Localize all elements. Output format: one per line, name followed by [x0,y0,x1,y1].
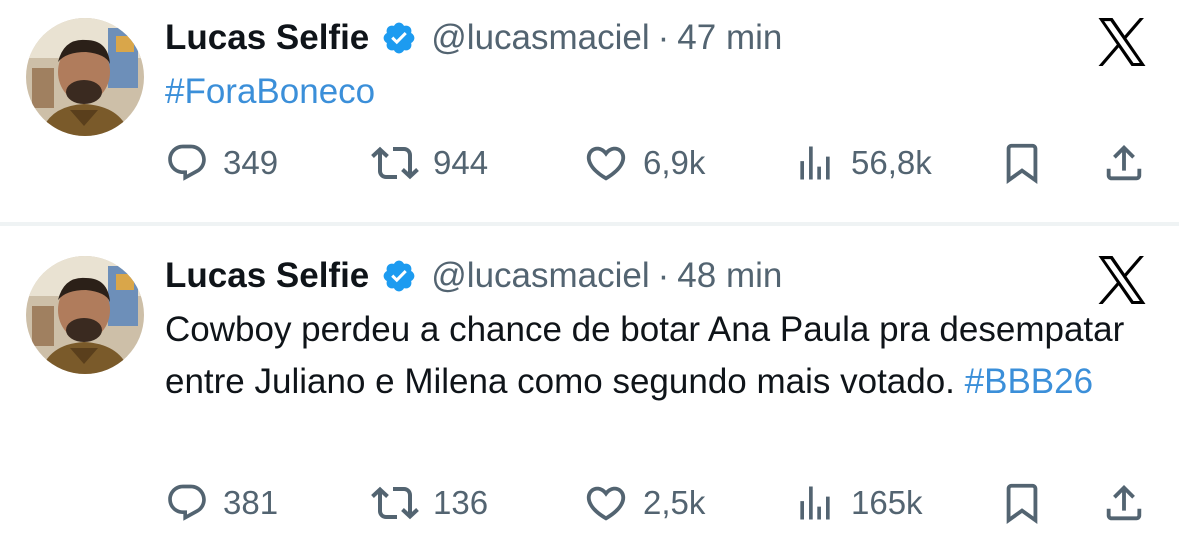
hashtag-link[interactable]: #ForaBoneco [165,72,375,111]
reply-button[interactable]: 381 [165,480,278,526]
tweet[interactable]: Lucas Selfie @lucasmaciel · 47 min #Fora… [0,0,1179,222]
reply-count: 381 [223,484,279,521]
tweet-actions: 381 136 2,5k 165k [165,480,1155,526]
tweet-text: #ForaBoneco [165,66,1155,118]
views-count: 165k [851,484,923,521]
views-button[interactable]: 165k [793,480,923,526]
x-logo-icon [1096,18,1148,66]
tweet-header: Lucas Selfie @lucasmaciel · 48 min [165,254,782,298]
verified-badge-icon [381,20,417,56]
views-button[interactable]: 56,8k [793,140,932,186]
views-count: 56,8k [851,144,932,181]
bookmark-icon [999,140,1045,186]
like-count: 2,5k [643,484,706,521]
share-icon [1101,140,1147,186]
like-button[interactable]: 6,9k [583,140,705,186]
reply-button[interactable]: 349 [165,140,278,186]
like-icon [583,140,629,186]
like-button[interactable]: 2,5k [583,480,705,526]
bookmark-icon [999,480,1045,526]
tweet-actions: 349 944 6,9k 56,8k [165,140,1155,186]
views-icon [793,141,837,185]
repost-icon [371,479,419,527]
avatar-image [26,18,144,136]
reply-count: 349 [223,144,279,181]
timeline-feed: Lucas Selfie @lucasmaciel · 47 min #Fora… [0,0,1179,560]
avatar[interactable] [26,256,144,374]
tweet-header: Lucas Selfie @lucasmaciel · 47 min [165,16,782,60]
hashtag-link[interactable]: #BBB26 [965,362,1093,401]
like-icon [583,480,629,526]
tweet-timestamp[interactable]: 48 min [677,256,782,296]
tweet[interactable]: Lucas Selfie @lucasmaciel · 48 min Cowbo… [0,226,1179,560]
repost-count: 944 [433,144,489,181]
verified-badge-icon [381,258,417,294]
reply-icon [165,141,209,185]
author-display-name[interactable]: Lucas Selfie [165,256,369,296]
reply-icon [165,481,209,525]
share-icon [1101,480,1147,526]
bookmark-button[interactable] [999,480,1045,526]
repost-button[interactable]: 944 [371,140,488,186]
tweet-timestamp[interactable]: 47 min [677,18,782,58]
author-handle[interactable]: @lucasmaciel [431,18,649,58]
share-button[interactable] [1101,480,1147,526]
author-display-name[interactable]: Lucas Selfie [165,18,369,58]
share-button[interactable] [1101,140,1147,186]
tweet-text: Cowboy perdeu a chance de botar Ana Paul… [165,304,1155,408]
avatar[interactable] [26,18,144,136]
views-icon [793,481,837,525]
like-count: 6,9k [643,144,706,181]
author-handle[interactable]: @lucasmaciel [431,256,649,296]
x-logo-icon [1096,256,1148,304]
repost-button[interactable]: 136 [371,480,488,526]
repost-count: 136 [433,484,489,521]
meta-separator: · [657,18,670,57]
bookmark-button[interactable] [999,140,1045,186]
avatar-image [26,256,144,374]
meta-separator: · [657,256,670,295]
repost-icon [371,139,419,187]
